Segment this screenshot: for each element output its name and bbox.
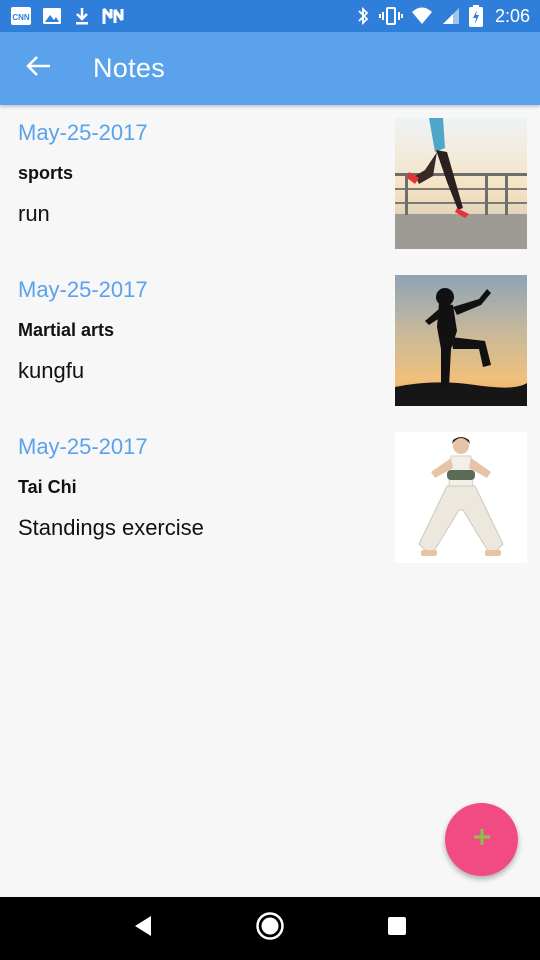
vibrate-icon: [378, 6, 403, 26]
navigation-bar: [0, 897, 540, 960]
note-item[interactable]: May-25-2017 Martial arts kungfu: [0, 262, 540, 419]
note-body: kungfu: [18, 358, 85, 383]
page-title: Notes: [93, 53, 166, 83]
note-date: May-25-2017: [18, 277, 148, 302]
back-triangle-icon: [133, 915, 153, 942]
note-thumbnail-martial-arts: [395, 275, 527, 406]
status-time: 2:06: [494, 5, 530, 26]
notes-list: May-25-2017 sports run May-25-2017 Marti…: [0, 105, 540, 576]
note-thumbnail-tai-chi: [395, 432, 527, 563]
arrow-left-icon: [24, 54, 52, 83]
nav-back-button[interactable]: [123, 909, 163, 949]
status-bar: CNN 2:06: [0, 0, 540, 32]
note-title: Tai Chi: [18, 477, 77, 497]
note-title: sports: [18, 163, 74, 183]
download-icon: [72, 6, 92, 26]
plus-icon: [472, 827, 492, 852]
app-bar: Notes: [0, 32, 540, 105]
battery-charging-icon: [468, 5, 483, 27]
home-circle-icon: [255, 911, 285, 946]
status-left-icons: CNN: [10, 6, 124, 26]
nav-recents-button[interactable]: [377, 909, 417, 949]
note-date: May-25-2017: [18, 434, 148, 459]
nav-home-button[interactable]: [250, 909, 290, 949]
recents-square-icon: [387, 916, 407, 941]
cnn-icon: CNN: [10, 6, 32, 26]
status-right-icons: 2:06: [355, 5, 530, 27]
bluetooth-icon: [355, 6, 371, 26]
svg-text:CNN: CNN: [12, 13, 30, 22]
wifi-icon: [411, 6, 433, 26]
note-title: Martial arts: [18, 320, 115, 340]
note-item[interactable]: May-25-2017 sports run: [0, 105, 540, 262]
signal-icon: [441, 6, 461, 26]
note-item[interactable]: May-25-2017 Tai Chi Standings exercise: [0, 419, 540, 576]
note-date: May-25-2017: [18, 120, 148, 145]
note-thumbnail-runner: [395, 118, 527, 249]
note-body: Standings exercise: [18, 515, 204, 540]
n-app-icon: [102, 6, 124, 26]
note-body: run: [18, 201, 50, 226]
back-button[interactable]: [20, 51, 56, 87]
add-note-button[interactable]: [445, 803, 518, 876]
image-icon: [42, 6, 62, 26]
